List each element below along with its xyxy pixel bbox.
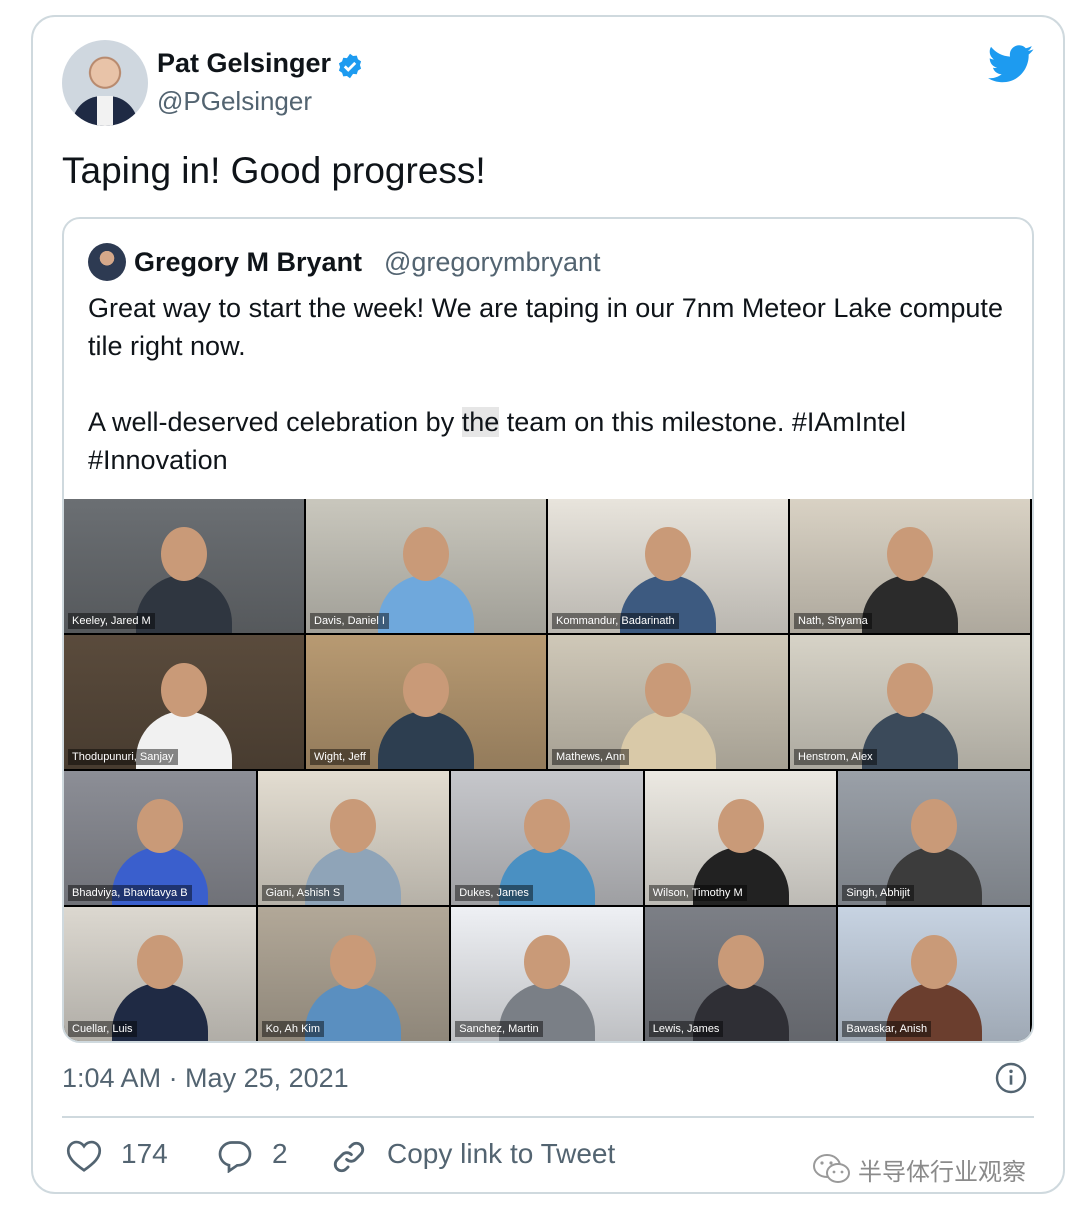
- participant-name: Davis, Daniel I: [310, 613, 389, 629]
- participant-name: Wight, Jeff: [310, 749, 370, 765]
- quoted-author-name: Gregory M Bryant: [134, 247, 363, 277]
- video-call-image[interactable]: Keeley, Jared M Davis, Daniel I Kommandur,…: [64, 499, 1032, 1041]
- participant-name: Nath, Shyama: [794, 613, 872, 629]
- participant-head: [911, 799, 958, 853]
- participant-body: [378, 711, 474, 769]
- reply-icon[interactable]: [217, 1139, 253, 1173]
- participant-name: Wilson, Timothy M: [648, 885, 747, 901]
- participant-body: [378, 575, 474, 633]
- video-tile: Bawaskar, Anish: [838, 907, 1030, 1041]
- info-icon[interactable]: [995, 1062, 1027, 1094]
- participant-name: Bhadviya, Bhavitavya B: [68, 885, 192, 901]
- participant-head: [887, 527, 933, 581]
- video-tile: Sanchez, Martin: [451, 907, 643, 1041]
- participant-body: [862, 575, 958, 633]
- like-count[interactable]: 174: [121, 1138, 168, 1170]
- verified-badge-icon: [338, 53, 362, 79]
- divider: [62, 1116, 1034, 1118]
- quoted-text: Great way to start the week! We are tapi…: [88, 289, 1008, 517]
- author-handle[interactable]: @PGelsinger: [157, 86, 312, 117]
- participant-head: [403, 527, 449, 581]
- video-tile: Giani, Ashish S: [257, 771, 450, 905]
- participant-name: Lewis, James: [648, 1021, 724, 1037]
- participant-head: [911, 935, 958, 989]
- participant-head: [161, 663, 207, 717]
- participant-name: Cuellar, Luis: [68, 1021, 137, 1037]
- participant-head: [330, 935, 377, 989]
- timestamp[interactable]: 1:04 AM · May 25, 2021: [62, 1063, 349, 1094]
- video-tile: Kommandur, Badarinath: [548, 499, 788, 633]
- quoted-avatar: [88, 243, 126, 281]
- highlighted-word: the: [461, 407, 500, 437]
- video-tile: Henstrom, Alex: [790, 635, 1030, 769]
- participant-head: [136, 935, 183, 989]
- video-tile: Davis, Daniel I: [306, 499, 546, 633]
- participant-body: [620, 711, 716, 769]
- tweet-text: Taping in! Good progress!: [62, 150, 486, 191]
- participant-head: [717, 799, 764, 853]
- participant-head: [523, 935, 570, 989]
- video-tile: Thodupunuri, Sanjay: [64, 635, 304, 769]
- participant-name: Keeley, Jared M: [68, 613, 155, 629]
- video-tile: Bhadviya, Bhavitavya B: [64, 771, 256, 905]
- participant-head: [330, 799, 377, 853]
- participant-name: Ko, Ah Kim: [261, 1021, 325, 1037]
- participant-head: [645, 663, 691, 717]
- video-tile: Nath, Shyama: [790, 499, 1030, 633]
- video-tile: Keeley, Jared M: [64, 499, 304, 633]
- participant-name: Mathews, Ann: [552, 749, 630, 765]
- link-icon[interactable]: [330, 1138, 368, 1176]
- twitter-bird-icon[interactable]: [988, 45, 1034, 83]
- participant-head: [136, 799, 183, 853]
- participant-head: [887, 663, 933, 717]
- author-name[interactable]: Pat Gelsinger: [157, 48, 331, 79]
- heart-icon[interactable]: [66, 1139, 102, 1173]
- participant-head: [717, 935, 764, 989]
- copy-link-button[interactable]: Copy link to Tweet: [387, 1138, 615, 1170]
- video-tile: Singh, Abhijit: [838, 771, 1030, 905]
- video-tile: Cuellar, Luis: [64, 907, 256, 1041]
- quoted-line-1: Great way to start the week! We are tapi…: [88, 293, 1003, 361]
- participant-name: Kommandur, Badarinath: [552, 613, 679, 629]
- participant-name: Singh, Abhijit: [842, 885, 914, 901]
- participant-name: Bawaskar, Anish: [842, 1021, 932, 1037]
- quoted-line-2: A well-deserved celebration by the team …: [88, 407, 906, 475]
- participant-head: [403, 663, 449, 717]
- participant-name: Thodupunuri, Sanjay: [68, 749, 178, 765]
- participant-name: Henstrom, Alex: [794, 749, 877, 765]
- video-tile: Ko, Ah Kim: [257, 907, 450, 1041]
- participant-head: [523, 799, 570, 853]
- wechat-icon: [813, 1154, 850, 1183]
- video-tile: Dukes, James: [451, 771, 643, 905]
- participant-head: [161, 527, 207, 581]
- video-tile: Wilson, Timothy M: [644, 771, 837, 905]
- participant-name: Sanchez, Martin: [455, 1021, 543, 1037]
- video-tile: Wight, Jeff: [306, 635, 546, 769]
- quoted-author-handle: @gregorymbryant: [384, 247, 601, 277]
- quoted-tweet[interactable]: Gregory M Bryant @gregorymbryant Great w…: [62, 217, 1034, 1043]
- participant-name: Giani, Ashish S: [261, 885, 345, 901]
- watermark: 半导体行业观察: [858, 1159, 1026, 1186]
- avatar[interactable]: [62, 40, 148, 126]
- participant-name: Dukes, James: [455, 885, 533, 901]
- video-tile: Lewis, James: [644, 907, 837, 1041]
- participant-head: [645, 527, 691, 581]
- video-tile: Mathews, Ann: [548, 635, 788, 769]
- reply-count[interactable]: 2: [272, 1138, 288, 1170]
